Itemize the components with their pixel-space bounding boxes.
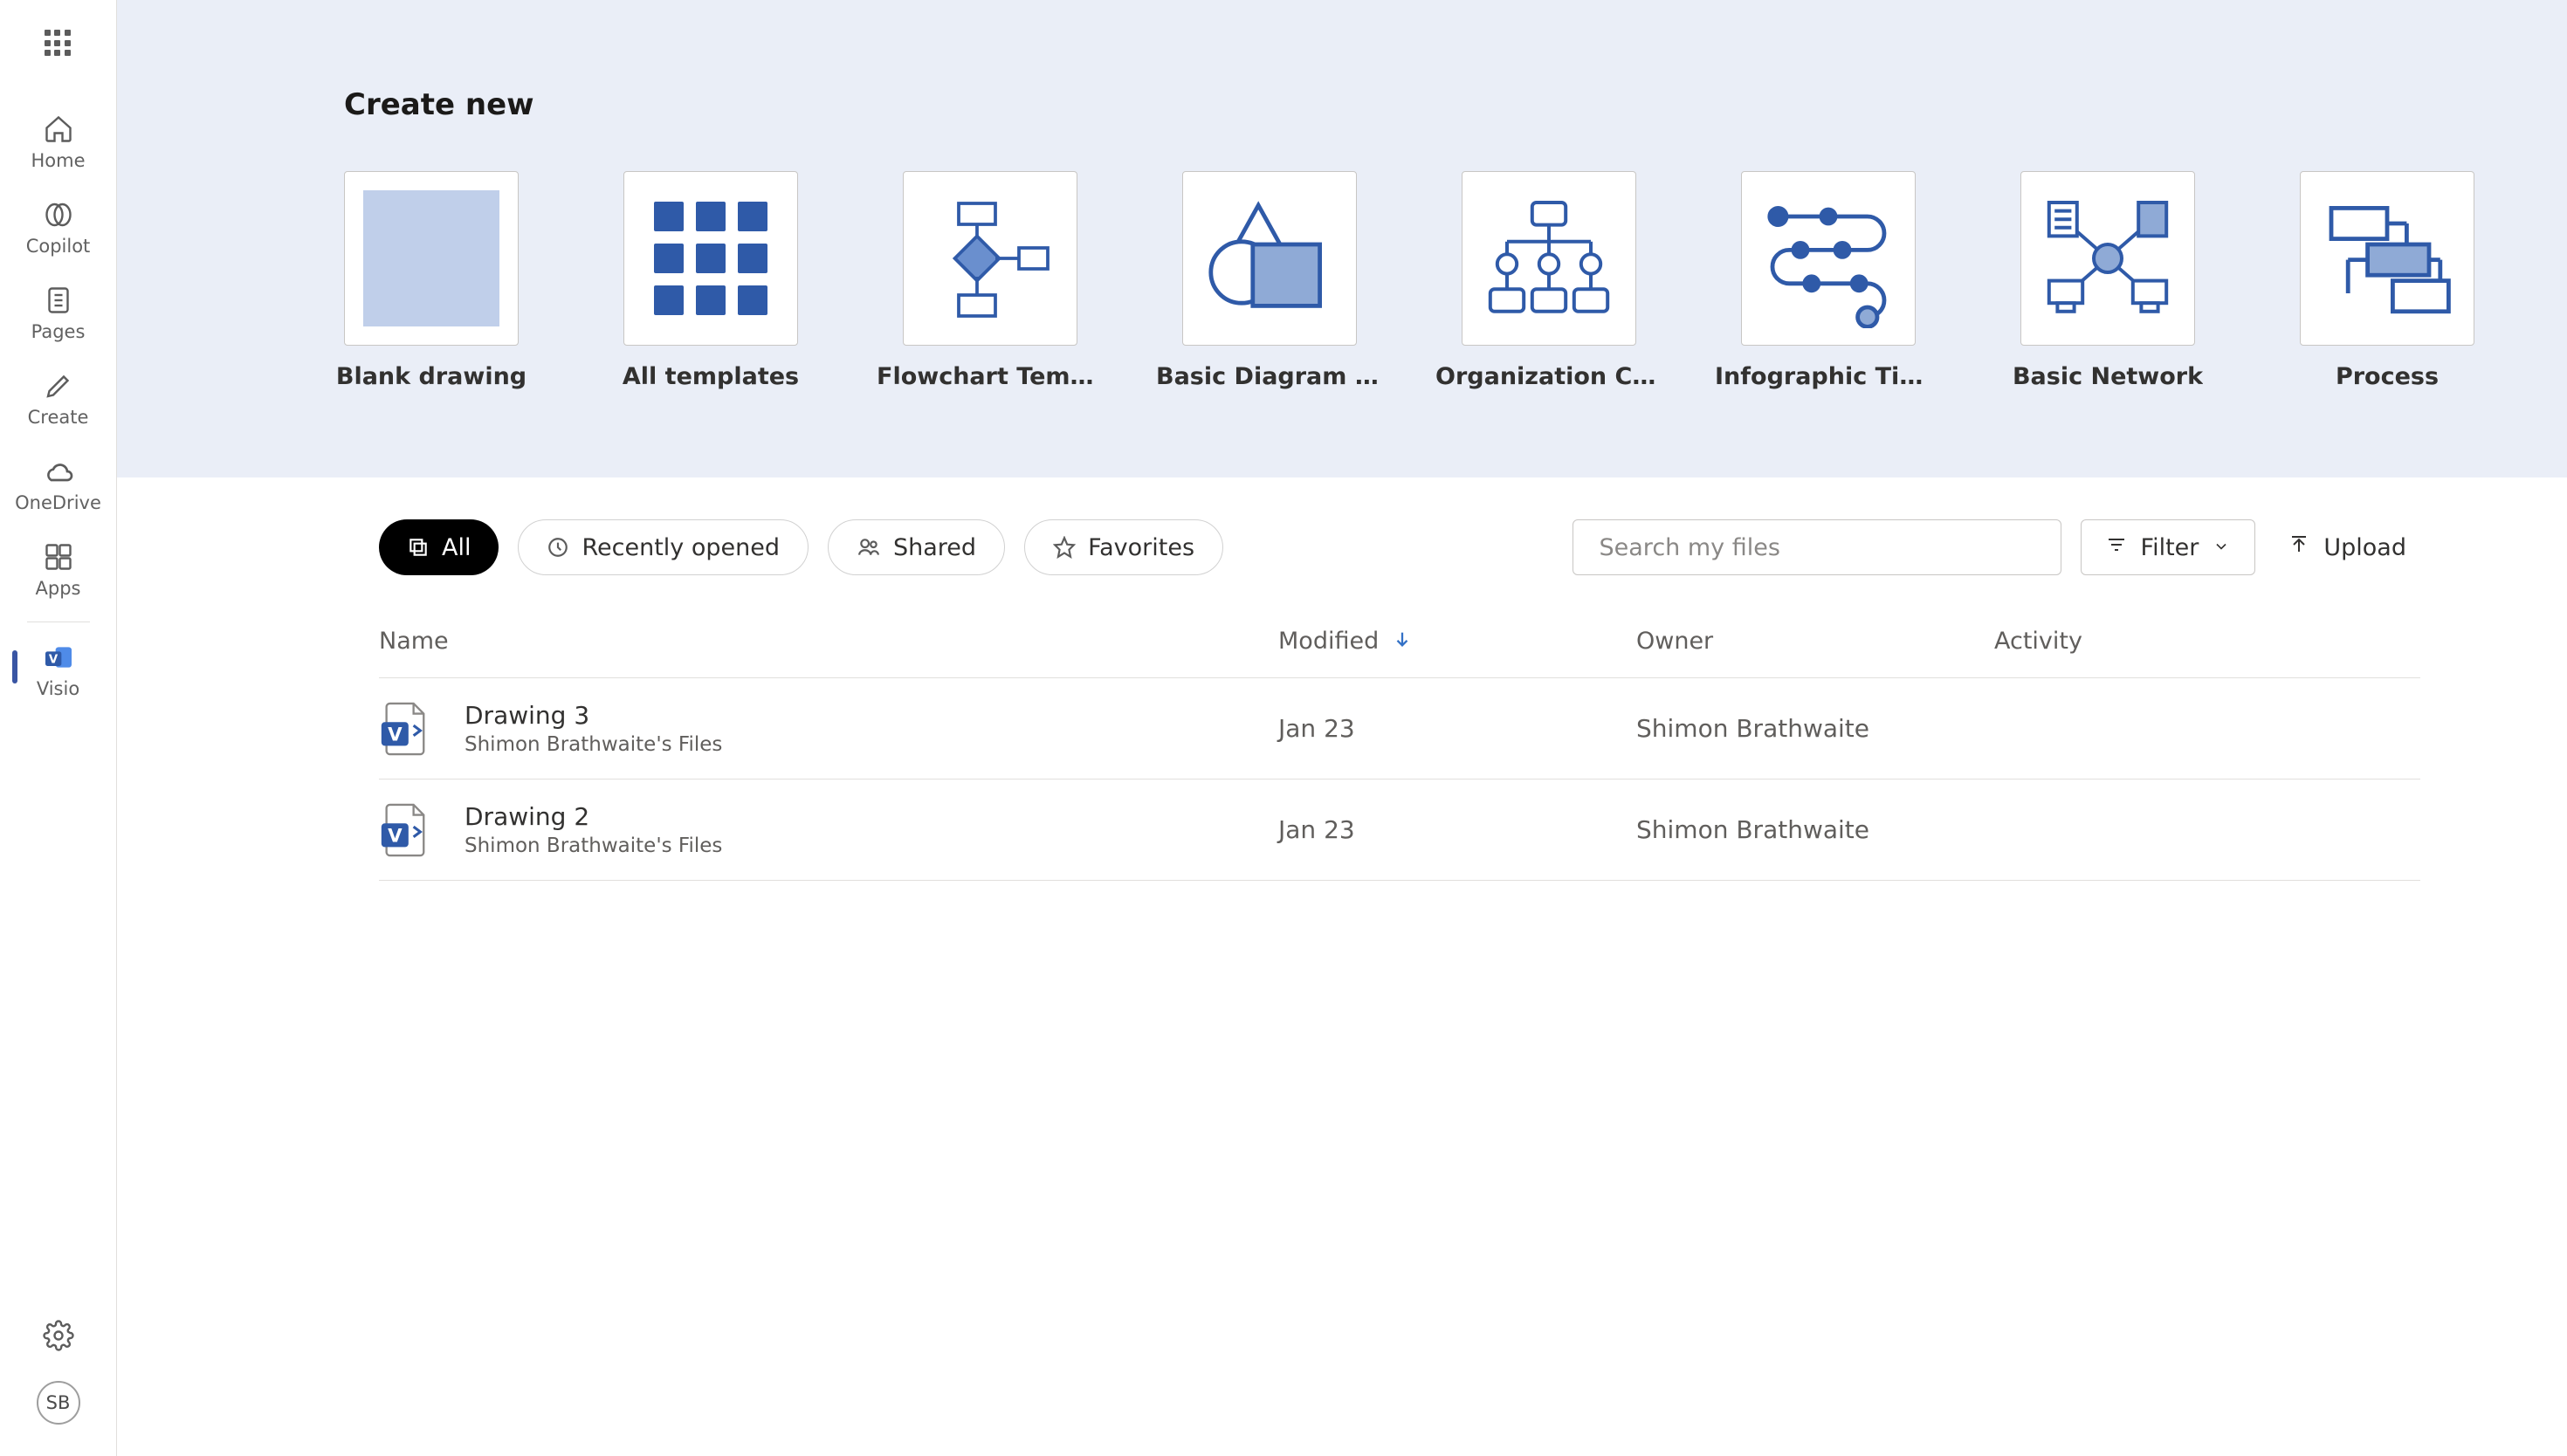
people-icon bbox=[857, 536, 881, 559]
file-name: Drawing 3 bbox=[465, 701, 722, 730]
chip-recently-opened[interactable]: Recently opened bbox=[518, 519, 809, 575]
file-location: Shimon Brathwaite's Files bbox=[465, 733, 722, 756]
pages-icon bbox=[41, 283, 76, 318]
upload-button[interactable]: Upload bbox=[2275, 519, 2420, 575]
filter-button[interactable]: Filter bbox=[2081, 519, 2256, 575]
sidebar-item-pages[interactable]: Pages bbox=[0, 272, 116, 358]
template-label: All templates bbox=[623, 363, 799, 390]
chip-label: Favorites bbox=[1088, 534, 1194, 561]
file-modified: Jan 23 bbox=[1278, 815, 1636, 844]
sidebar-item-label: Pages bbox=[31, 321, 86, 342]
template-label: Organization Chart bbox=[1435, 363, 1662, 390]
stack-icon bbox=[407, 536, 430, 559]
svg-text:V: V bbox=[388, 825, 403, 847]
chip-label: Shared bbox=[893, 534, 976, 561]
sidebar-item-copilot[interactable]: Copilot bbox=[0, 187, 116, 272]
template-basic-network[interactable]: Basic Network bbox=[2020, 171, 2195, 390]
search-input-container[interactable] bbox=[1573, 519, 2061, 575]
blank-thumb-icon bbox=[344, 171, 519, 346]
files-toolbar: All Recently opened Shared bbox=[379, 519, 2420, 575]
process-icon bbox=[2300, 171, 2474, 346]
visio-file-icon: V bbox=[379, 702, 428, 756]
template-label: Basic Diagram Tem… bbox=[1156, 363, 1383, 390]
home-icon bbox=[41, 112, 76, 147]
basic-diagram-icon bbox=[1182, 171, 1357, 346]
settings-icon[interactable] bbox=[43, 1320, 74, 1355]
sidebar-item-onedrive[interactable]: OneDrive bbox=[0, 443, 116, 529]
files-section: All Recently opened Shared bbox=[117, 477, 2567, 1456]
copilot-icon bbox=[41, 197, 76, 232]
svg-text:V: V bbox=[48, 654, 58, 667]
col-owner[interactable]: Owner bbox=[1636, 628, 1994, 655]
chip-shared[interactable]: Shared bbox=[828, 519, 1005, 575]
upload-label: Upload bbox=[2323, 534, 2406, 561]
filter-icon bbox=[2106, 534, 2127, 561]
all-templates-icon bbox=[623, 171, 798, 346]
network-icon bbox=[2020, 171, 2195, 346]
template-flowchart[interactable]: Flowchart Template bbox=[903, 171, 1077, 390]
file-modified: Jan 23 bbox=[1278, 714, 1636, 743]
app-sidebar: Home Copilot Pages Create OneDrive bbox=[0, 0, 117, 1456]
create-icon bbox=[41, 368, 76, 403]
file-table-header: Name Modified Owner Activity bbox=[379, 628, 2420, 678]
template-infographic-timeline[interactable]: Infographic Timeline bbox=[1741, 171, 1916, 390]
sort-descending-icon bbox=[1393, 628, 1412, 655]
template-org-chart[interactable]: Organization Chart bbox=[1462, 171, 1636, 390]
chip-favorites[interactable]: Favorites bbox=[1024, 519, 1223, 575]
template-label: Infographic Timeline bbox=[1715, 363, 1942, 390]
file-location: Shimon Brathwaite's Files bbox=[465, 834, 722, 857]
file-name: Drawing 2 bbox=[465, 802, 722, 831]
user-avatar[interactable]: SB bbox=[37, 1381, 80, 1425]
sidebar-item-label: Create bbox=[28, 407, 89, 428]
file-owner: Shimon Brathwaite bbox=[1636, 815, 1994, 844]
template-label: Blank drawing bbox=[336, 363, 526, 390]
template-basic-diagram[interactable]: Basic Diagram Tem… bbox=[1182, 171, 1357, 390]
visio-file-icon: V bbox=[379, 803, 428, 857]
create-title: Create new bbox=[344, 87, 2340, 122]
chip-label: Recently opened bbox=[582, 534, 780, 561]
sidebar-item-label: Home bbox=[31, 150, 85, 171]
file-row[interactable]: V Drawing 2 Shimon Brathwaite's Files Ja… bbox=[379, 780, 2420, 881]
visio-app-icon: V bbox=[41, 640, 76, 675]
templates-row: Blank drawing All templates Flowchart Te… bbox=[344, 171, 2340, 390]
upload-icon bbox=[2288, 534, 2309, 561]
sidebar-item-home[interactable]: Home bbox=[0, 101, 116, 187]
cloud-icon bbox=[41, 454, 76, 489]
apps-icon bbox=[41, 539, 76, 574]
template-all-templates[interactable]: All templates bbox=[623, 171, 798, 390]
col-name[interactable]: Name bbox=[379, 628, 1278, 655]
chevron-down-icon bbox=[2213, 534, 2230, 561]
search-input[interactable] bbox=[1600, 534, 2034, 561]
org-chart-icon bbox=[1462, 171, 1636, 346]
sidebar-item-label: Copilot bbox=[26, 236, 91, 257]
sidebar-item-label: Apps bbox=[36, 578, 81, 599]
sidebar-item-visio[interactable]: V Visio bbox=[0, 629, 116, 715]
sidebar-item-apps[interactable]: Apps bbox=[0, 529, 116, 615]
col-activity[interactable]: Activity bbox=[1994, 628, 2420, 655]
template-label: Flowchart Template bbox=[877, 363, 1104, 390]
template-process[interactable]: Process bbox=[2300, 171, 2474, 390]
file-row[interactable]: V Drawing 3 Shimon Brathwaite's Files Ja… bbox=[379, 678, 2420, 780]
col-modified[interactable]: Modified bbox=[1278, 628, 1636, 655]
template-blank-drawing[interactable]: Blank drawing bbox=[344, 171, 519, 390]
app-launcher-icon[interactable] bbox=[45, 30, 72, 58]
sidebar-item-create[interactable]: Create bbox=[0, 358, 116, 443]
flowchart-icon bbox=[903, 171, 1077, 346]
file-owner: Shimon Brathwaite bbox=[1636, 714, 1994, 743]
filter-label: Filter bbox=[2141, 534, 2199, 561]
timeline-icon bbox=[1741, 171, 1916, 346]
chip-all[interactable]: All bbox=[379, 519, 499, 575]
star-icon bbox=[1053, 536, 1076, 559]
template-label: Process bbox=[2336, 363, 2439, 390]
create-new-section: Create new Blank drawing All templates bbox=[117, 0, 2567, 477]
svg-text:V: V bbox=[388, 724, 403, 745]
sidebar-item-label: OneDrive bbox=[15, 492, 101, 513]
avatar-initials: SB bbox=[46, 1392, 71, 1413]
template-label: Basic Network bbox=[2013, 363, 2203, 390]
sidebar-item-label: Visio bbox=[37, 678, 79, 699]
clock-icon bbox=[547, 536, 569, 559]
chip-label: All bbox=[442, 534, 471, 561]
